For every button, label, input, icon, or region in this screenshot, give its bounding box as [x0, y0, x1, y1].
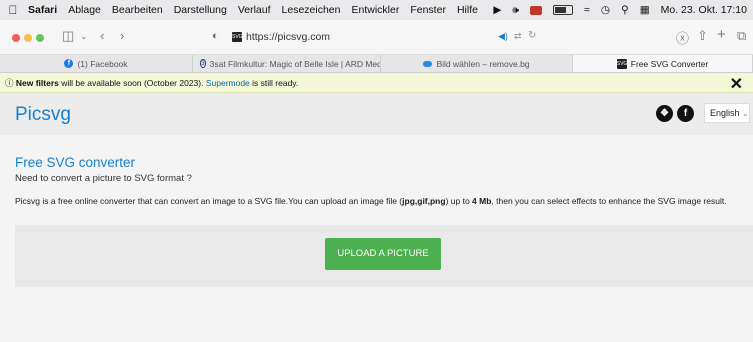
tab-free-svg-converter[interactable]: SVG Free SVG Converter [573, 55, 753, 72]
menubar-status-area: ▶ 🕪 ≈ ◷ ⚲ ▦ Mo. 23. Okt. 17:10 [493, 0, 747, 20]
back-icon[interactable]: ‹ [100, 28, 104, 43]
tab-removebg[interactable]: Bild wählen – remove.bg [381, 55, 573, 72]
menu-fenster[interactable]: Fenster [410, 4, 446, 16]
notice-text-2: is still ready. [249, 78, 299, 88]
ard-icon: 3 [200, 59, 206, 68]
page-title: Free SVG converter [15, 155, 136, 170]
menu-entwickler[interactable]: Entwickler [351, 4, 399, 16]
tab-label: Free SVG Converter [630, 58, 709, 69]
play-icon[interactable]: ▶ [493, 4, 501, 16]
page-subtitle: Need to convert a picture to SVG format … [15, 173, 192, 184]
menu-bearbeiten[interactable]: Bearbeiten [112, 4, 163, 16]
menubar-datetime[interactable]: Mo. 23. Okt. 17:10 [661, 4, 747, 16]
chevron-down-icon: ⌄ [742, 109, 749, 118]
menu-hilfe[interactable]: Hilfe [457, 4, 478, 16]
forward-icon[interactable]: › [120, 28, 124, 43]
supermode-link[interactable]: Supermode [206, 78, 250, 88]
address-bar[interactable]: ◐ SVG https://picsvg.com ◀) ⇄ ↻ [212, 29, 538, 47]
menu-darstellung[interactable]: Darstellung [174, 4, 227, 16]
sidebar-icon[interactable]: ◫ [62, 28, 74, 44]
removebg-icon [423, 60, 433, 67]
downloads-icon[interactable]: ⓧ [676, 28, 689, 47]
upload-area: UPLOAD A PICTURE [15, 225, 753, 287]
audio-playing-icon[interactable]: ◀) [498, 31, 508, 42]
zoom-window-button[interactable] [36, 34, 44, 42]
main-content: Free SVG converter Need to convert a pic… [0, 135, 753, 342]
site-logo[interactable]: Picsvg [15, 104, 71, 126]
notice-text: ⓘ New filters will be available soon (Oc… [5, 77, 298, 89]
desc-formats: jpg,gif,png [402, 196, 446, 206]
menu-verlauf[interactable]: Verlauf [238, 4, 271, 16]
language-select[interactable]: English ⌄ [704, 103, 750, 123]
close-window-button[interactable] [12, 34, 20, 42]
desc-part-2: ) up to [445, 196, 473, 206]
desc-size: 4 Mb [472, 196, 492, 206]
time-machine-icon[interactable]: ◷ [601, 4, 610, 16]
notice-text-1: will be available soon (October 2023). [58, 78, 206, 88]
macos-menu-bar:  Safari Ablage Bearbeiten Darstellung V… [0, 0, 753, 20]
picsvg-favicon: SVG [616, 58, 628, 69]
translate-icon[interactable]: ⇄ [514, 31, 522, 42]
speaker-icon[interactable]: 🕪 [512, 4, 519, 17]
desc-part-3: , then you can select effects to enhance… [491, 196, 727, 206]
privacy-shield-icon[interactable]: ◐ [212, 30, 219, 42]
chevron-down-icon[interactable]: ⌄ [80, 31, 88, 42]
share-icon[interactable]: ⇧ [697, 28, 708, 44]
tab-bar: f (1) Facebook ◀) 3 3sat Filmkultur: Mag… [0, 55, 753, 73]
close-notice-button[interactable]: ✕ [730, 74, 743, 94]
tab-label: 3sat Filmkultur: Magic of Belle Isle | A… [209, 58, 381, 69]
menu-lesezeichen[interactable]: Lesezeichen [282, 4, 341, 16]
control-center-icon[interactable]: ▦ [640, 4, 650, 16]
minimize-window-button[interactable] [24, 34, 32, 42]
tab-label: (1) Facebook [77, 58, 128, 69]
new-tab-icon[interactable]: + [717, 26, 726, 43]
desc-part-1: Picsvg is a free online converter that c… [15, 196, 403, 206]
spotlight-icon[interactable]: ⚲ [621, 4, 629, 16]
info-icon: ⓘ [5, 78, 14, 88]
menu-app-name[interactable]: Safari [28, 4, 57, 16]
site-header: Picsvg ❖ f English ⌄ [0, 93, 753, 135]
upload-picture-button[interactable]: UPLOAD A PICTURE [325, 238, 441, 270]
facebook-icon[interactable]: f [677, 105, 694, 122]
description: Picsvg is a free online converter that c… [15, 196, 727, 206]
tab-label: Bild wählen – remove.bg [436, 58, 530, 69]
tab-facebook[interactable]: f (1) Facebook [0, 55, 193, 72]
twitter-icon[interactable]: ❖ [656, 105, 673, 122]
language-value: English [710, 108, 740, 118]
tab-ard-media[interactable]: ◀) 3 3sat Filmkultur: Magic of Belle Isl… [193, 55, 381, 72]
notice-banner: ⓘ New filters will be available soon (Oc… [0, 73, 753, 93]
apple-icon[interactable]:  [4, 3, 22, 17]
reload-icon[interactable]: ↻ [528, 30, 536, 41]
url-text[interactable]: https://picsvg.com [246, 31, 330, 43]
safari-toolbar: ◫ ⌄ ‹ › ◐ SVG https://picsvg.com ◀) ⇄ ↻ … [0, 20, 753, 55]
facebook-icon: f [64, 59, 74, 68]
battery-icon[interactable] [553, 5, 574, 15]
notice-bold: New filters [15, 78, 59, 88]
wifi-icon[interactable]: ≈ [584, 4, 590, 16]
menu-ablage[interactable]: Ablage [68, 4, 101, 16]
tab-overview-icon[interactable]: ⧉ [737, 28, 746, 44]
site-favicon: SVG [232, 32, 243, 42]
screen-record-icon[interactable] [530, 5, 543, 15]
